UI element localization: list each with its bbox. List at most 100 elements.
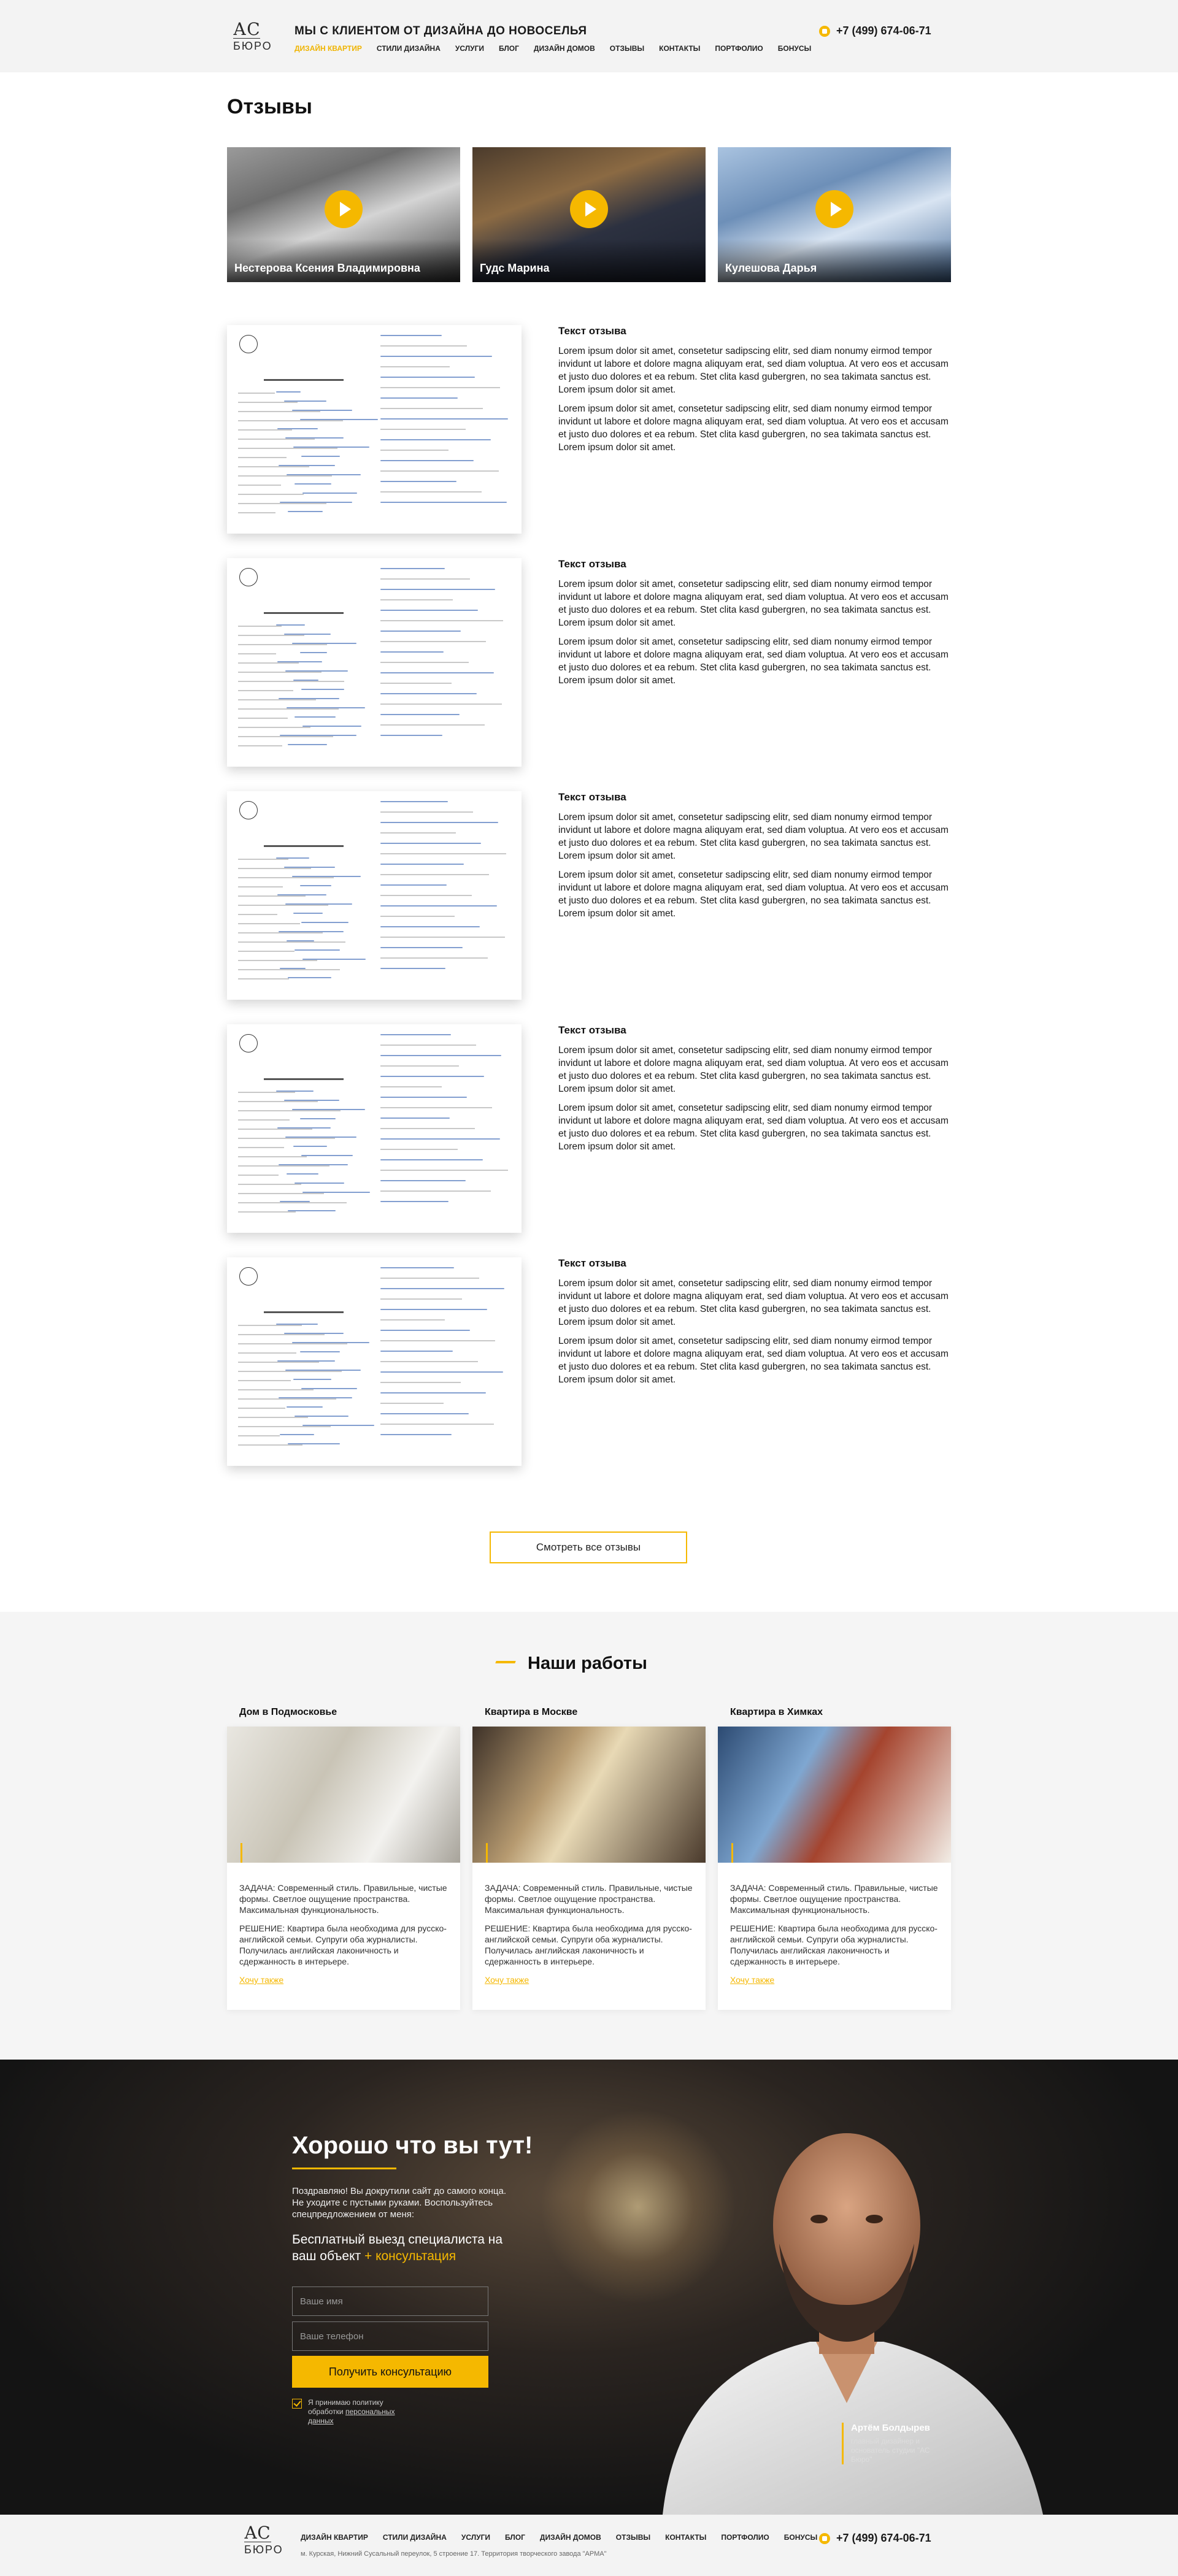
want-same-link[interactable]: Хочу также [485,1975,529,1985]
letter-print-line [380,620,503,621]
letter-print-line [238,494,304,495]
letter-print-line [238,718,288,719]
letter-print-line [238,420,343,421]
letter-seal-icon [239,801,258,819]
letter-handwriting-line [292,876,361,877]
letter-print-line [380,683,452,684]
letter-handwriting-line [380,1159,483,1160]
letter-handwriting-line [301,1388,357,1389]
video-review-card[interactable]: Нестерова Ксения Владимировна [227,147,460,282]
work-photo[interactable] [472,1727,706,1863]
nav-item-portfolio[interactable]: ПОРТФОЛИО [715,44,763,53]
letter-print-line [238,699,316,700]
nav-item-contacts[interactable]: КОНТАКТЫ [659,44,700,53]
work-card[interactable]: Квартира в Москве ЗАДАЧА: Современный ст… [472,1707,706,2010]
nav-item-reviews[interactable]: ОТЗЫВЫ [610,44,644,53]
works-title: Наши работы [528,1654,647,1673]
review-paragraph: Lorem ipsum dolor sit amet, consetetur s… [558,1045,949,1094]
nav-item-services[interactable]: УСЛУГИ [455,44,484,53]
want-same-link[interactable]: Хочу также [730,1975,774,1985]
nav-item-design-styles[interactable]: СТИЛИ ДИЗАЙНА [377,44,441,53]
footer-nav-contacts[interactable]: КОНТАКТЫ [665,2533,706,2542]
footer-nav-blog[interactable]: БЛОГ [505,2533,525,2542]
want-same-link[interactable]: Хочу также [239,1975,283,1985]
letter-handwriting-line [293,913,323,914]
letter-print-line [380,662,469,663]
letter-handwriting-line [285,437,344,439]
review-letter-scan[interactable] [227,325,522,534]
play-icon[interactable] [815,190,853,228]
review-letter-scan[interactable] [227,1257,522,1466]
nav-item-apartment-design[interactable]: ДИЗАЙН КВАРТИР [294,44,362,53]
work-description: ЗАДАЧА: Современный стиль. Правильные, ч… [227,1863,460,1985]
letter-handwriting-line [288,744,327,745]
nav-item-bonuses[interactable]: БОНУСЫ [778,44,812,53]
letter-handwriting-line [294,1416,348,1417]
letter-print-line [238,905,328,906]
video-review-card[interactable]: Гудс Марина [472,147,706,282]
footer-logo[interactable]: АС БЮРО [244,2524,282,2556]
work-title: Дом в Подмосковье [239,1707,337,1717]
footer-nav-services[interactable]: УСЛУГИ [461,2533,490,2542]
letter-print-line [238,1435,280,1436]
footer-nav-design-styles[interactable]: СТИЛИ ДИЗАЙНА [383,2533,447,2542]
work-card[interactable]: Дом в Подмосковье ЗАДАЧА: Современный ст… [227,1707,460,2010]
letter-print-line [238,681,344,682]
video-overlay [227,239,460,282]
letter-print-line [238,1202,347,1203]
header-phone[interactable]: +7 (499) 674-06-71 [819,25,931,37]
letter-print-line [238,1444,302,1446]
footer-nav-apartment-design[interactable]: ДИЗАЙН КВАРТИР [301,2533,368,2542]
work-photo[interactable] [227,1727,460,1863]
play-icon[interactable] [570,190,608,228]
letter-handwriting-line [380,377,475,378]
work-description: ЗАДАЧА: Современный стиль. Правильные, ч… [718,1863,951,1985]
footer-nav-portfolio[interactable]: ПОРТФОЛИО [721,2533,769,2542]
footer-nav-bonuses[interactable]: БОНУСЫ [784,2533,818,2542]
letter-print-line [238,1343,347,1344]
letter-handwriting-line [284,634,331,635]
footer-phone[interactable]: +7 (499) 674-06-71 [819,2532,931,2545]
letter-handwriting-line [380,418,508,420]
review-item: Текст отзыва Lorem ipsum dolor sit amet,… [227,558,951,791]
letter-handwriting-line [300,652,327,653]
letter-handwriting-line [288,977,331,978]
phone-input[interactable] [292,2321,488,2351]
video-review-card[interactable]: Кулешова Дарья [718,147,951,282]
nav-item-blog[interactable]: БЛОГ [499,44,519,53]
letter-handwriting-line [288,1210,336,1211]
review-title: Текст отзыва [558,558,626,570]
footer-nav-house-design[interactable]: ДИЗАЙН ДОМОВ [540,2533,601,2542]
letter-handwriting-line [294,1183,344,1184]
play-icon[interactable] [325,190,363,228]
letter-handwriting-line [380,651,444,653]
letter-print-line [238,1426,331,1427]
letter-handwriting-line [300,1118,336,1119]
review-letter-scan[interactable] [227,558,522,767]
letter-handwriting-line [380,1034,451,1035]
letter-handwriting-line [300,1351,340,1352]
letter-handwriting-line [380,481,456,482]
work-photo[interactable] [718,1727,951,1863]
letter-print-line [380,1361,478,1362]
letter-handwriting-line [279,1397,352,1398]
work-card[interactable]: Квартира в Химках ЗАДАЧА: Современный ст… [718,1707,951,2010]
consent-checkbox[interactable] [292,2399,302,2409]
letter-handwriting-line [380,1097,467,1098]
letter-handwriting-line [380,1288,504,1289]
footer-nav-reviews[interactable]: ОТЗЫВЫ [616,2533,650,2542]
letter-handwriting-line [293,1146,327,1147]
letter-handwriting-line [380,884,447,886]
letter-print-line [238,708,339,710]
all-reviews-button[interactable]: Смотреть все отзывы [490,1531,687,1563]
review-letter-scan[interactable] [227,791,522,1000]
work-card-body: ЗАДАЧА: Современный стиль. Правильные, ч… [227,1727,460,2010]
site-logo[interactable]: АС БЮРО [233,21,271,56]
review-letter-scan[interactable] [227,1024,522,1233]
get-consultation-button[interactable]: Получить консультацию [292,2356,488,2388]
letter-handwriting-line [302,1425,374,1426]
letter-print-line [380,578,470,580]
nav-item-house-design[interactable]: ДИЗАЙН ДОМОВ [534,44,595,53]
name-input[interactable] [292,2287,488,2316]
review-paragraph: Lorem ipsum dolor sit amet, consetetur s… [558,404,949,453]
